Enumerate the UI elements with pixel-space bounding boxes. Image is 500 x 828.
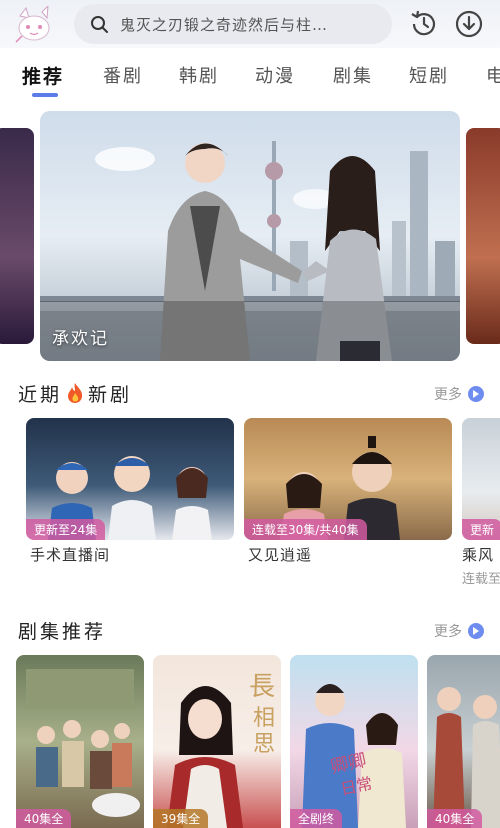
- banner-title: 承欢记: [52, 329, 109, 349]
- episode-badge: 更新: [462, 519, 500, 540]
- chevron-right-icon: [468, 623, 484, 639]
- top-bar: 鬼灭之刃锻之奇迹然后与柱…: [0, 0, 500, 48]
- recommend-header: 剧集推荐 更多: [0, 617, 500, 647]
- search-icon: [91, 16, 108, 33]
- category-tabs: 推荐 番剧 韩剧 动漫 剧集 短剧 电: [0, 56, 500, 100]
- tab-movie[interactable]: 电: [486, 62, 500, 88]
- series-poster[interactable]: 40集全: [16, 655, 144, 828]
- carousel-next-slide[interactable]: [466, 128, 500, 344]
- featured-banner[interactable]: 承欢记: [40, 111, 460, 361]
- tab-anime[interactable]: 动漫: [255, 62, 295, 88]
- recent-dramas-header: 近期 新剧 更多: [0, 380, 500, 410]
- episode-badge: 连载至30集/共40集: [244, 519, 367, 540]
- recent-more-link[interactable]: 更多: [434, 384, 484, 404]
- poster-artwork: 長 相 思: [167, 672, 275, 828]
- fire-icon: [64, 382, 86, 404]
- episode-badge: 更新至24集: [26, 519, 106, 540]
- tab-korean-drama[interactable]: 韩剧: [179, 62, 219, 88]
- episode-badge: 39集全: [153, 809, 209, 828]
- carousel-prev-slide[interactable]: [0, 128, 34, 344]
- drama-card[interactable]: 更新: [462, 418, 500, 540]
- search-bar[interactable]: 鬼灭之刃锻之奇迹然后与柱…: [74, 4, 392, 44]
- drama-card[interactable]: 连载至30集/共40集: [244, 418, 452, 540]
- tab-recommend[interactable]: 推荐: [22, 62, 64, 89]
- drama-card[interactable]: 更新至24集: [26, 418, 234, 540]
- download-icon[interactable]: [453, 8, 485, 40]
- series-poster[interactable]: 卿卿 日常 全剧终: [290, 655, 418, 828]
- drama-title[interactable]: 乘风: [462, 544, 494, 565]
- series-poster[interactable]: 40集全: [427, 655, 500, 828]
- section-title: 近期 新剧: [18, 382, 133, 406]
- history-clock-icon[interactable]: [408, 8, 440, 40]
- poster-artwork: 卿卿 日常: [302, 684, 406, 828]
- poster-artwork: [433, 687, 500, 828]
- series-poster[interactable]: 長 相 思 39集全: [153, 655, 281, 828]
- drama-title[interactable]: 手术直播间: [30, 544, 110, 565]
- tab-bangumi[interactable]: 番剧: [103, 62, 143, 88]
- poster-artwork: [26, 669, 140, 817]
- drama-title[interactable]: 又见逍遥: [248, 544, 312, 565]
- active-tab-indicator: [32, 93, 58, 97]
- tab-series[interactable]: 剧集: [333, 62, 373, 88]
- section-title: 剧集推荐: [18, 621, 107, 643]
- svg-text:思: 思: [253, 732, 275, 757]
- svg-text:長: 長: [249, 672, 275, 702]
- drama-subtitle: 连载至: [462, 572, 500, 587]
- mascot-logo-icon[interactable]: [14, 6, 54, 44]
- chevron-right-icon: [468, 386, 484, 402]
- recommend-more-link[interactable]: 更多: [434, 621, 484, 641]
- tab-short-drama[interactable]: 短剧: [409, 62, 449, 88]
- search-input[interactable]: 鬼灭之刃锻之奇迹然后与柱…: [120, 14, 380, 35]
- episode-badge: 40集全: [16, 809, 72, 828]
- episode-badge: 全剧终: [290, 809, 343, 828]
- svg-text:相: 相: [253, 706, 275, 731]
- episode-badge: 40集全: [427, 809, 483, 828]
